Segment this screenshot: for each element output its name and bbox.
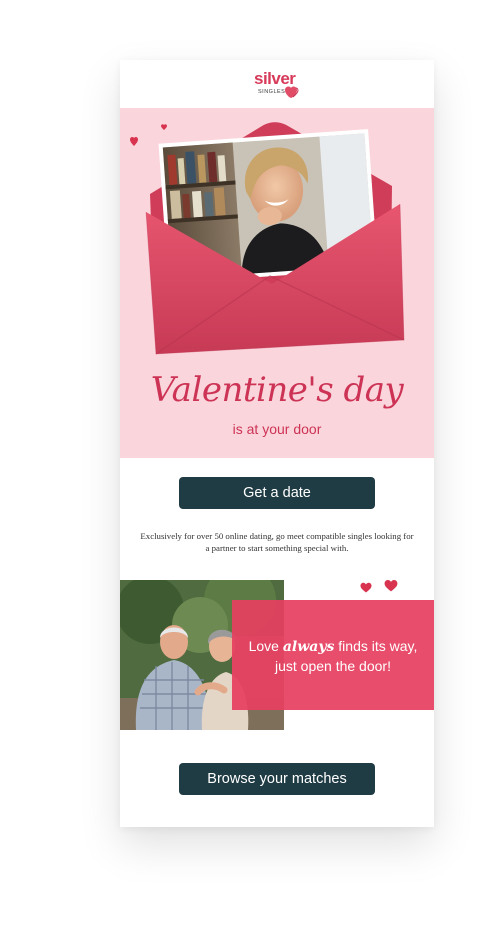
- heart-icon: [161, 124, 167, 130]
- browse-your-matches-button[interactable]: Browse your matches: [179, 763, 375, 795]
- heart-icon: [360, 582, 372, 593]
- silver-singles-logo[interactable]: silver SINGLES: [250, 69, 310, 101]
- hero-title: Valentine's day: [150, 370, 404, 410]
- logo-heart-icon: [285, 86, 299, 98]
- love-text-emphasis: always: [282, 639, 335, 655]
- description-text: Exclusively for over 50 online dating, g…: [140, 531, 414, 553]
- love-text-before: Love: [248, 638, 283, 654]
- love-message-line1: Love always finds its way,: [232, 636, 434, 657]
- logo-tagline: SINGLES: [258, 89, 286, 95]
- love-message-box: Love always finds its way, just open the…: [232, 600, 434, 710]
- hero-section: Valentine's day is at your door: [120, 108, 434, 458]
- get-a-date-button[interactable]: Get a date: [179, 477, 375, 509]
- love-message-line2: just open the door!: [275, 658, 391, 674]
- heart-icon: [130, 137, 138, 146]
- love-text-after: finds its way,: [334, 638, 418, 654]
- email-header: silver SINGLES: [120, 60, 434, 108]
- email-card: silver SINGLES Valentine's day is at you…: [120, 60, 434, 827]
- envelope-illustration: [130, 122, 405, 355]
- heart-icon: [384, 580, 398, 592]
- hero-subtitle: is at your door: [232, 421, 322, 437]
